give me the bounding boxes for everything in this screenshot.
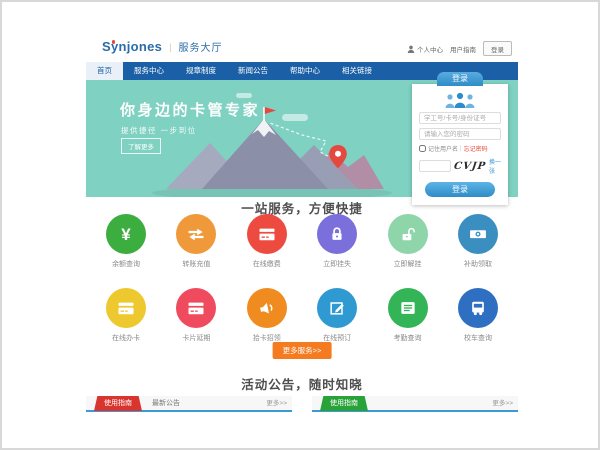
person-icon	[407, 45, 415, 53]
nav-item-service-center[interactable]: 服务中心	[123, 62, 175, 80]
service-item[interactable]: 在线缴费	[235, 214, 299, 269]
captcha-refresh-link[interactable]: 换一张	[489, 157, 501, 175]
unlock-icon	[388, 214, 428, 254]
services-row-2: 在线办卡 卡片延期 拾卡招领 在线预订 考勤查询	[94, 288, 510, 343]
usage-guide-ribbon[interactable]: 使用指南	[320, 396, 368, 411]
service-item[interactable]: 转账充值	[164, 214, 228, 269]
nav-item-home[interactable]: 首页	[86, 62, 123, 80]
service-item[interactable]: 校车查询	[446, 288, 510, 343]
captcha-input[interactable]	[419, 160, 451, 172]
usage-guide-ribbon[interactable]: 使用指南	[94, 396, 142, 411]
page: { "header": { "logo_text": "Synjones", "…	[0, 0, 600, 450]
announcement-panel-left: 使用指南 最新公告 更多>>	[86, 396, 292, 448]
cloud-icon	[236, 93, 252, 98]
yuan-icon: ¥	[106, 214, 146, 254]
service-item[interactable]: ¥ 余额查询	[94, 214, 158, 269]
banknote-icon	[458, 214, 498, 254]
bank-card-icon	[247, 214, 287, 254]
login-tab[interactable]: 登录	[437, 72, 483, 86]
announcement-panel-right: 使用指南 更多>>	[312, 396, 518, 448]
service-item[interactable]: 卡片延期	[164, 288, 228, 343]
attendance-icon	[388, 288, 428, 328]
portal-name: 服务大厅	[179, 39, 223, 54]
service-item[interactable]: 立即解挂	[376, 214, 440, 269]
services-row-1: ¥ 余额查询 转账充值 在线缴费 立即挂失 立即解挂	[94, 214, 510, 269]
service-label: 卡片延期	[164, 333, 228, 343]
logo-divider: |	[169, 42, 171, 52]
service-label: 立即解挂	[376, 259, 440, 269]
service-item[interactable]: 拾卡招领	[235, 288, 299, 343]
service-item[interactable]: 考勤查询	[376, 288, 440, 343]
hero-title: 你身边的卡管专家	[120, 99, 260, 120]
options-divider: |	[460, 146, 462, 152]
hero-subtitle: 提供捷径 一步到位	[121, 125, 197, 136]
service-label: 补助领取	[446, 259, 510, 269]
logo: Synjones	[102, 39, 162, 54]
users-icon	[443, 92, 477, 108]
header-login-button[interactable]: 登录	[483, 41, 512, 56]
more-link[interactable]: 更多>>	[492, 396, 513, 412]
service-label: 在线办卡	[94, 333, 158, 343]
service-label: 在线缴费	[235, 259, 299, 269]
nav-item-news[interactable]: 新闻公告	[227, 62, 279, 80]
nav-item-links[interactable]: 相关链接	[331, 62, 383, 80]
captcha-image: CVJP	[453, 161, 487, 172]
login-form: 记住用户名 | 忘记密码 CVJP 换一张 登录	[412, 84, 508, 205]
service-item[interactable]: 立即挂失	[305, 214, 369, 269]
forgot-password-link[interactable]: 忘记密码	[464, 144, 488, 153]
bank-card-icon	[106, 288, 146, 328]
more-link[interactable]: 更多>>	[266, 396, 287, 412]
edit-icon	[317, 288, 357, 328]
captcha-row: CVJP 换一张	[419, 157, 501, 175]
service-item[interactable]: 补助领取	[446, 214, 510, 269]
more-services-button[interactable]: 更多服务>>	[273, 342, 332, 359]
site-container: Synjones | 服务大厅 个人中心 用户指南 登录 首页 服务中心 规章制…	[86, 2, 518, 448]
latest-announcements-tab[interactable]: 最新公告	[152, 396, 180, 412]
account-input[interactable]	[419, 112, 501, 124]
lock-icon	[317, 214, 357, 254]
nav-item-help[interactable]: 帮助中心	[279, 62, 331, 80]
header: Synjones | 服务大厅 个人中心 用户指南 登录	[86, 32, 518, 62]
service-label: 校车查询	[446, 333, 510, 343]
password-input[interactable]	[419, 128, 501, 140]
announcements-heading: 活动公告，随时知晓	[86, 374, 518, 393]
service-item[interactable]: 在线预订	[305, 288, 369, 343]
hero-banner: 你身边的卡管专家 提供捷径 一步到位 了解更多 登录 记住用户名 | 忘记密码	[86, 80, 518, 197]
login-panel: 登录 记住用户名 | 忘记密码 CVJP 换一张	[412, 72, 508, 205]
user-guide-link[interactable]: 用户指南	[450, 44, 476, 54]
login-options: 记住用户名 | 忘记密码	[419, 144, 501, 153]
service-label: 立即挂失	[305, 259, 369, 269]
brand[interactable]: Synjones | 服务大厅	[102, 39, 223, 54]
bank-card-icon	[176, 288, 216, 328]
header-links: 个人中心 用户指南 登录	[407, 41, 512, 56]
panel-head: 使用指南 更多>>	[312, 396, 518, 412]
login-submit-button[interactable]: 登录	[425, 182, 496, 197]
remember-checkbox[interactable]	[419, 145, 426, 152]
bus-icon	[458, 288, 498, 328]
service-label: 余额查询	[94, 259, 158, 269]
panel-head: 使用指南 最新公告 更多>>	[86, 396, 292, 412]
nav-item-rules[interactable]: 规章制度	[175, 62, 227, 80]
hero-cta-button[interactable]: 了解更多	[121, 138, 161, 154]
logo-dot-icon	[112, 40, 116, 44]
flag-icon	[265, 107, 276, 114]
service-label: 考勤查询	[376, 333, 440, 343]
megaphone-icon	[247, 288, 287, 328]
transfer-icon	[176, 214, 216, 254]
personal-center-link[interactable]: 个人中心	[407, 44, 443, 54]
service-label: 转账充值	[164, 259, 228, 269]
remember-label: 记住用户名	[428, 144, 458, 153]
service-item[interactable]: 在线办卡	[94, 288, 158, 343]
